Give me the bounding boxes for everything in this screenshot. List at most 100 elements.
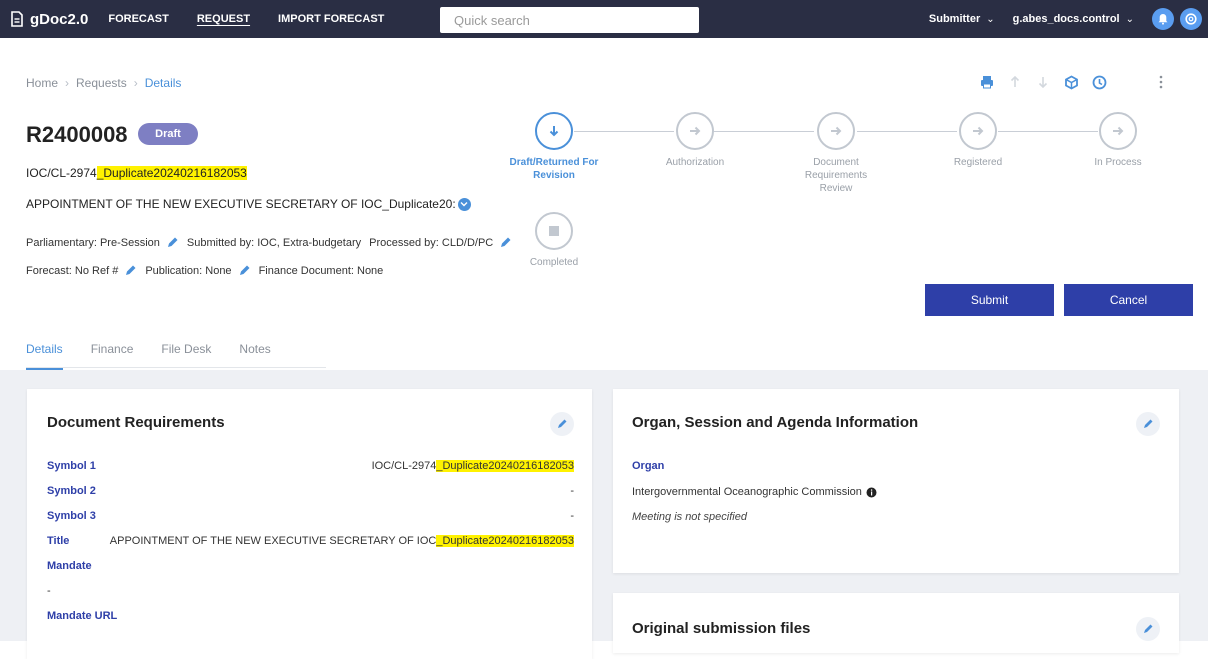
package-button[interactable] — [1062, 73, 1080, 91]
tab-finance[interactable]: Finance — [91, 342, 134, 370]
mandate-value-row: - — [47, 585, 574, 597]
move-down-button[interactable] — [1034, 73, 1052, 91]
notifications-button[interactable] — [1152, 8, 1174, 30]
publication-text: Publication: None — [145, 264, 232, 277]
submit-button[interactable]: Submit — [925, 284, 1054, 316]
arrow-right-icon — [817, 112, 855, 150]
pencil-icon — [126, 265, 136, 275]
edit-files-button[interactable] — [1136, 617, 1160, 641]
user-dropdown[interactable]: g.abes_docs.control ⌄ — [1013, 13, 1134, 25]
step-label: Document Requirements Review — [804, 157, 868, 194]
pencil-icon — [1144, 419, 1153, 428]
more-vertical-icon — [1159, 75, 1163, 89]
lifebuoy-icon — [1185, 13, 1197, 25]
main-nav: FORECAST REQUEST IMPORT FORECAST — [108, 13, 412, 25]
mandate-url-label: Mandate URL — [47, 610, 118, 622]
breadcrumb-requests[interactable]: Requests — [76, 76, 127, 90]
arrow-right-icon — [1099, 112, 1137, 150]
breadcrumb: Home › Requests › Details — [26, 76, 181, 90]
step-draft[interactable]: Draft/Returned For Revision — [494, 112, 614, 182]
symbol-1-label: Symbol 1 — [47, 460, 96, 472]
pencil-icon — [1144, 624, 1153, 633]
move-up-button[interactable] — [1006, 73, 1024, 91]
page-toolbar — [978, 73, 1208, 93]
quick-search-input[interactable] — [440, 7, 699, 33]
arrow-right-icon — [959, 112, 997, 150]
tab-details[interactable]: Details — [26, 342, 63, 370]
cancel-button[interactable]: Cancel — [1064, 284, 1193, 316]
processed-by-text: Processed by: CLD/D/PC — [369, 236, 494, 249]
tab-divider — [26, 367, 326, 368]
user-label: g.abes_docs.control — [1012, 13, 1120, 25]
pencil-icon — [167, 237, 178, 247]
card-title: Document Requirements — [47, 414, 225, 431]
topbar-right: Submitter ⌄ g.abes_docs.control ⌄ — [929, 0, 1208, 38]
role-dropdown[interactable]: Submitter ⌄ — [929, 13, 995, 25]
organ-value: Intergovernmental Oceanographic Commissi… — [632, 486, 862, 498]
step-authorization[interactable]: Authorization — [635, 112, 755, 169]
step-registered[interactable]: Registered — [918, 112, 1038, 169]
print-icon — [981, 76, 993, 89]
submitted-by-text: Submitted by: IOC, Extra-budgetary — [186, 236, 362, 249]
card-title: Organ, Session and Agenda Information — [632, 414, 919, 431]
symbol-3-row: Symbol 3 - — [47, 510, 574, 522]
nav-forecast[interactable]: FORECAST — [108, 13, 169, 25]
symbol-1-row: Symbol 1 IOC/CL-2974_Duplicate2024021618… — [47, 460, 574, 472]
help-button[interactable] — [1180, 8, 1202, 30]
finance-document-text: Finance Document: None — [258, 264, 384, 277]
nav-request[interactable]: REQUEST — [197, 13, 250, 25]
info-icon[interactable] — [866, 487, 877, 498]
symbol-1-prefix: IOC/CL-2974 — [371, 460, 437, 472]
edit-parliamentary-button[interactable] — [166, 236, 179, 249]
step-label: In Process — [1094, 157, 1142, 168]
chevron-right-icon: › — [65, 76, 70, 90]
box-icon — [1064, 74, 1078, 90]
nav-import-forecast[interactable]: IMPORT FORECAST — [278, 13, 384, 25]
chevron-down-icon: ⌄ — [986, 13, 995, 25]
pencil-icon — [558, 419, 567, 428]
original-submission-files-card: Original submission files — [613, 593, 1179, 653]
symbol-1-highlight: _Duplicate20240216182053 — [436, 460, 574, 472]
symbol-2-label: Symbol 2 — [47, 485, 96, 497]
title-value: APPOINTMENT OF THE NEW EXECUTIVE SECRETA… — [110, 535, 574, 547]
mandate-value: - — [47, 585, 51, 597]
forecast-text: Forecast: No Ref # — [26, 264, 119, 277]
edit-forecast-button[interactable] — [124, 264, 137, 277]
workflow-stepper: Draft/Returned For Revision Authorizatio… — [490, 112, 1190, 272]
pencil-icon — [239, 265, 250, 275]
organ-session-agenda-card: Organ, Session and Agenda Information Or… — [613, 389, 1179, 573]
chevron-down-icon: ⌄ — [1125, 13, 1134, 25]
print-button[interactable] — [978, 73, 996, 91]
role-label: Submitter — [928, 13, 981, 25]
symbol-2-row: Symbol 2 - — [47, 485, 574, 497]
more-menu-button[interactable] — [1152, 73, 1170, 91]
step-label: Authorization — [665, 157, 725, 168]
step-completed[interactable]: Completed — [494, 212, 614, 269]
mandate-label: Mandate — [47, 560, 92, 572]
title-row: Title APPOINTMENT OF THE NEW EXECUTIVE S… — [47, 535, 574, 547]
step-in-process[interactable]: In Process — [1058, 112, 1178, 169]
app-brand[interactable]: gDoc2.0 — [10, 11, 88, 28]
organ-value-row: Intergovernmental Oceanographic Commissi… — [632, 486, 877, 498]
history-button[interactable] — [1090, 73, 1108, 91]
meeting-note: Meeting is not specified — [632, 511, 747, 523]
tab-file-desk[interactable]: File Desk — [161, 342, 211, 370]
expand-title-button[interactable] — [457, 197, 471, 211]
edit-organ-button[interactable] — [1136, 412, 1160, 436]
step-document-requirements-review[interactable]: Document Requirements Review — [776, 112, 896, 195]
edit-document-requirements-button[interactable] — [550, 412, 574, 436]
title-prefix: APPOINTMENT OF THE NEW EXECUTIVE SECRETA… — [109, 535, 437, 547]
content-area: Document Requirements Symbol 1 IOC/CL-29… — [0, 370, 1208, 659]
step-label: Completed — [529, 257, 579, 268]
parliamentary-text: Parliamentary: Pre-Session — [26, 236, 160, 249]
arrow-up-icon — [1010, 76, 1020, 87]
arrow-down-icon — [1038, 77, 1048, 88]
breadcrumb-home[interactable]: Home — [26, 76, 58, 90]
tab-notes[interactable]: Notes — [239, 342, 270, 370]
arrow-down-icon — [535, 112, 573, 150]
mandate-row: Mandate — [47, 560, 574, 572]
request-title: APPOINTMENT OF THE NEW EXECUTIVE SECRETA… — [26, 197, 471, 211]
edit-publication-button[interactable] — [238, 264, 251, 277]
request-symbol: IOC/CL-2974_Duplicate20240216182053 — [26, 166, 247, 180]
top-navbar: gDoc2.0 FORECAST REQUEST IMPORT FORECAST… — [0, 0, 1208, 38]
